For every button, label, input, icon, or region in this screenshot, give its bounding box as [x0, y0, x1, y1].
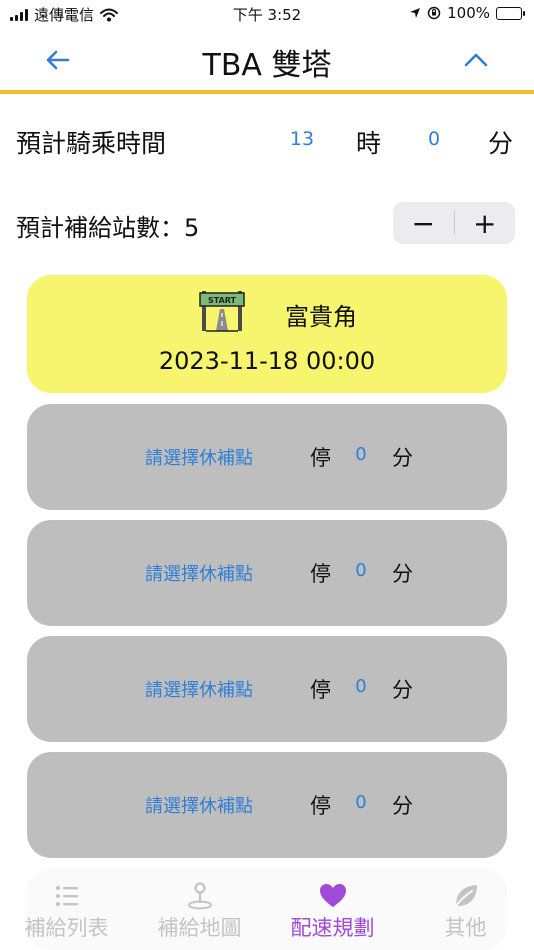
stop-minutes-input[interactable]: 0	[349, 444, 373, 465]
orientation-lock-icon	[427, 6, 441, 20]
status-bar: 遠傳電信 下午 3:52 100%	[0, 0, 534, 28]
stop-label: 停	[310, 794, 331, 818]
supply-count-stepper: − +	[393, 202, 515, 244]
stop-label: 停	[310, 446, 331, 470]
ride-hours-input[interactable]: 13	[282, 128, 322, 150]
map-pin-icon	[187, 882, 212, 910]
stop-minutes-input[interactable]: 0	[349, 676, 373, 697]
stop-label: 停	[310, 562, 331, 586]
tab-supply-map[interactable]: 補給地圖	[133, 882, 266, 942]
battery-icon	[496, 6, 525, 20]
tab-label: 補給列表	[24, 916, 109, 940]
stop-card: 請選擇休補點 停 0 分	[27, 520, 507, 626]
tab-label: 補給地圖	[157, 916, 242, 940]
nav-header: TBA 雙塔	[0, 28, 534, 92]
header-divider	[0, 90, 534, 94]
ride-time-row: 預計騎乘時間 13 時 0 分	[0, 118, 534, 162]
stop-minutes-input[interactable]: 0	[349, 792, 373, 813]
minutes-unit-label: 分	[488, 129, 514, 158]
select-stop-link[interactable]: 請選擇休補點	[145, 792, 253, 818]
start-place: 富貴角	[285, 303, 357, 331]
location-arrow-icon	[410, 8, 421, 18]
stop-minutes-input[interactable]: 0	[349, 560, 373, 581]
tab-label: 其他	[444, 916, 487, 940]
select-stop-link[interactable]: 請選擇休補點	[145, 676, 253, 702]
stop-minutes-unit: 分	[392, 678, 413, 702]
increment-button[interactable]: +	[455, 202, 516, 244]
stop-card: 請選擇休補點 停 0 分	[27, 404, 507, 510]
battery-percent: 100%	[447, 4, 490, 22]
stop-minutes-unit: 分	[392, 562, 413, 586]
heart-icon	[319, 884, 346, 907]
start-gate-text: START	[208, 296, 237, 305]
tab-label: 配速規劃	[290, 916, 375, 940]
page-title: TBA 雙塔	[202, 48, 332, 83]
stop-label: 停	[310, 678, 331, 702]
ride-minutes-input[interactable]: 0	[418, 128, 450, 150]
start-card[interactable]: START 富貴角 2023-11-18 00:00	[27, 275, 507, 393]
stop-minutes-unit: 分	[392, 446, 413, 470]
leaf-icon	[454, 885, 477, 907]
tab-pace-planning[interactable]: 配速規劃	[266, 882, 399, 942]
start-datetime[interactable]: 2023-11-18 00:00	[27, 347, 507, 375]
ride-time-label: 預計騎乘時間	[16, 129, 167, 158]
list-icon	[55, 886, 78, 906]
stop-card: 請選擇休補點 停 0 分	[27, 636, 507, 742]
tab-supply-list[interactable]: 補給列表	[0, 882, 133, 942]
supply-count-row: 預計補給站數：5 − +	[0, 200, 534, 246]
stop-minutes-unit: 分	[392, 794, 413, 818]
tab-other[interactable]: 其他	[399, 882, 532, 942]
select-stop-link[interactable]: 請選擇休補點	[145, 560, 253, 586]
chevron-up-icon[interactable]	[456, 40, 496, 80]
supply-count-label: 預計補給站數：5	[16, 214, 200, 242]
select-stop-link[interactable]: 請選擇休補點	[145, 444, 253, 470]
start-gate-icon: START	[199, 291, 245, 332]
stop-card: 請選擇休補點 停 0 分	[27, 752, 507, 858]
hours-unit-label: 時	[356, 129, 382, 158]
decrement-button[interactable]: −	[393, 202, 454, 244]
tab-bar: 補給列表 補給地圖 配速規劃 其他	[0, 864, 534, 950]
